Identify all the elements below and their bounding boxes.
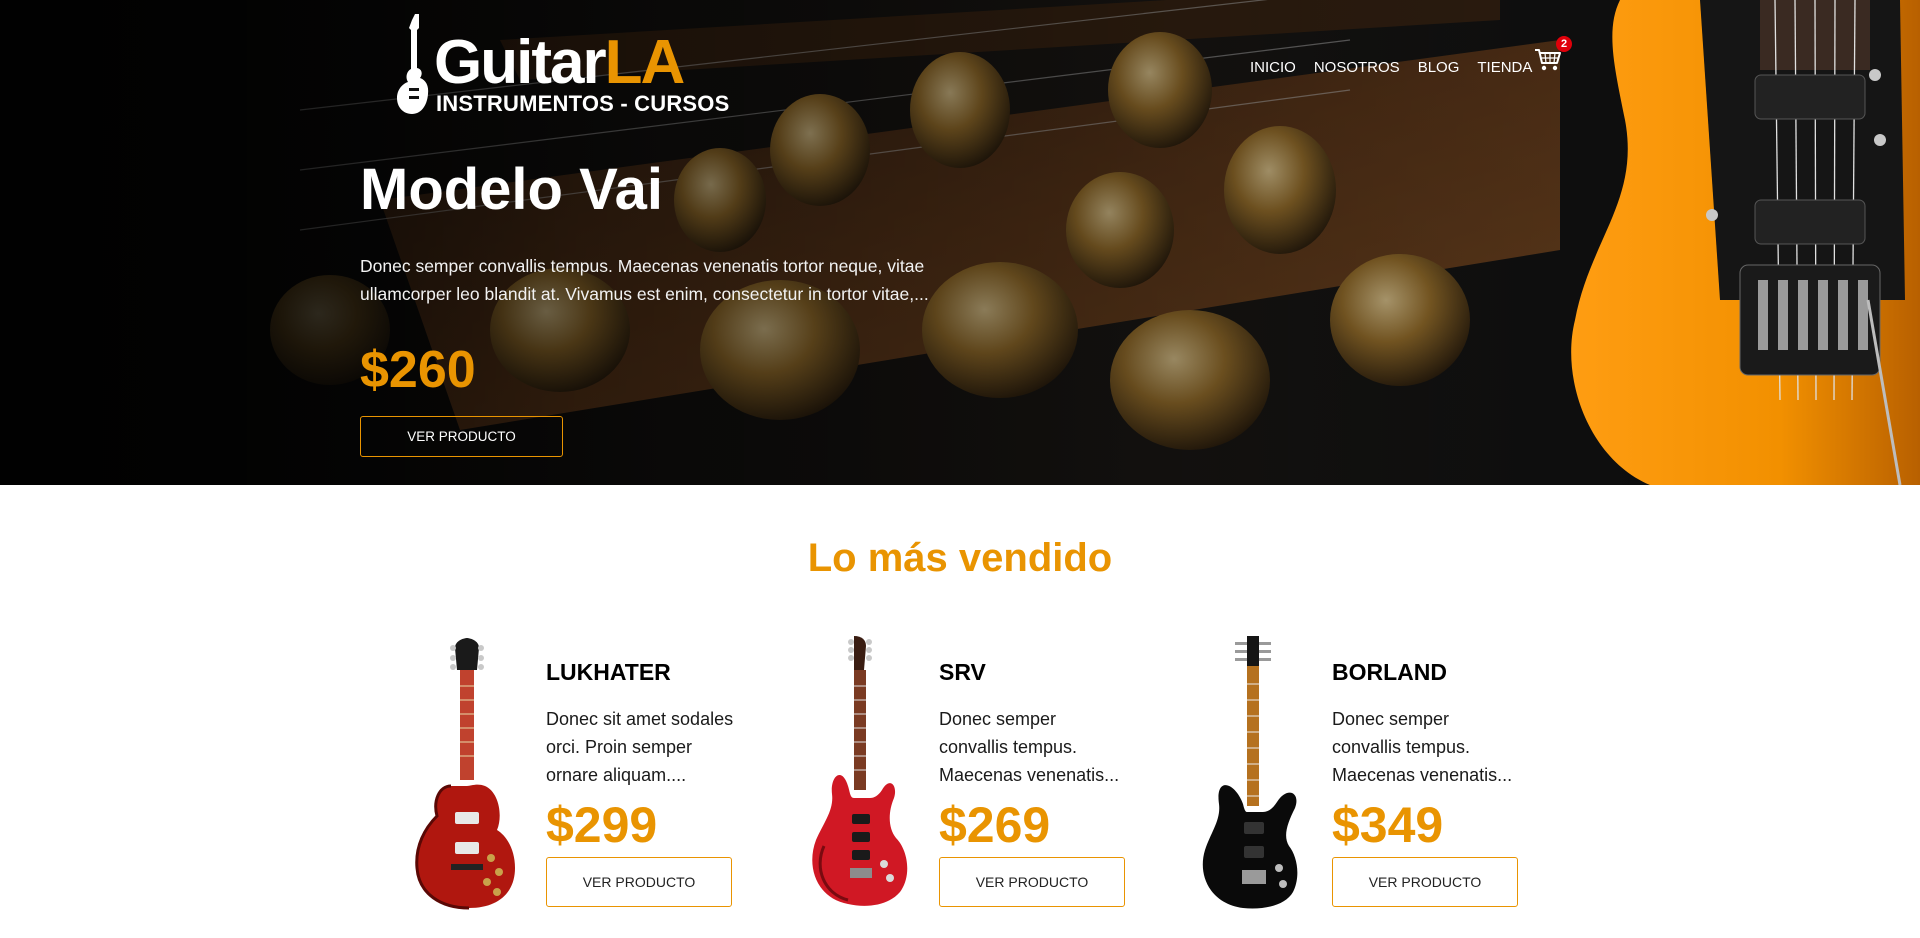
product-name: SRV [939, 659, 986, 685]
brand-name-main: Guitar [434, 28, 607, 97]
cart-button[interactable]: 2 [1534, 36, 1572, 76]
hero-description: Donec semper convallis tempus. Maecenas … [360, 256, 929, 304]
main-nav: INICIO NOSOTROS BLOG TIENDA [1241, 56, 1541, 80]
product-description: Donec semper convallis tempus. Maecenas … [939, 709, 1120, 785]
product-description: Donec sit amet sodales orci. Proin sempe… [546, 709, 734, 785]
product-name: BORLAND [1332, 659, 1447, 685]
product-info: LUKHATER Donec sit amet sodales orci. Pr… [546, 658, 736, 907]
product-price: $269 [939, 797, 1051, 853]
hero-view-product-button[interactable]: VER PRODUCTO [360, 416, 563, 457]
site-header: GuitarLA INSTRUMENTOS - CURSOS INICIO NO… [0, 0, 1920, 130]
site-logo[interactable]: GuitarLA INSTRUMENTOS - CURSOS [396, 14, 730, 118]
product-image-borland [1202, 636, 1298, 909]
guitar-logo-icon [397, 14, 429, 114]
product-info: BORLAND Donec semper convallis tempus. M… [1332, 658, 1522, 907]
nav-link-nosotros[interactable]: NOSOTROS [1305, 56, 1409, 80]
nav-link-tienda[interactable]: TIENDA [1468, 56, 1541, 80]
product-price: $299 [546, 797, 658, 853]
shopping-cart-icon [1535, 49, 1561, 71]
hero-banner: GuitarLA INSTRUMENTOS - CURSOS INICIO NO… [0, 0, 1920, 485]
view-product-button[interactable]: VER PRODUCTO [939, 857, 1125, 907]
nav-link-blog[interactable]: BLOG [1409, 56, 1469, 80]
hero-content: Modelo Vai Donec semper convallis tempus… [360, 150, 980, 457]
product-info: SRV Donec semper convallis tempus. Maece… [939, 658, 1129, 907]
product-card-lukhater: LUKHATER Donec sit amet sodales orci. Pr… [411, 636, 771, 916]
brand-tagline: INSTRUMENTOS - CURSOS [436, 91, 730, 116]
cart-count-badge: 2 [1556, 36, 1572, 52]
product-price: $349 [1332, 797, 1444, 853]
product-image-lukhater [415, 638, 515, 910]
hero-price: $260 [360, 341, 476, 399]
brand-name: GuitarLA [434, 32, 685, 94]
best-sellers-title: Lo más vendido [807, 536, 1113, 580]
product-image-srv [812, 636, 908, 906]
view-product-button[interactable]: VER PRODUCTO [1332, 857, 1518, 907]
view-product-button[interactable]: VER PRODUCTO [546, 857, 732, 907]
product-card-borland: BORLAND Donec semper convallis tempus. M… [1197, 636, 1557, 916]
nav-link-inicio[interactable]: INICIO [1241, 56, 1305, 80]
hero-title: Modelo Vai [360, 157, 663, 222]
product-card-srv: SRV Donec semper convallis tempus. Maece… [804, 636, 1164, 916]
brand-name-accent: LA [604, 28, 686, 97]
product-name: LUKHATER [546, 659, 671, 685]
product-description: Donec semper convallis tempus. Maecenas … [1332, 709, 1513, 785]
